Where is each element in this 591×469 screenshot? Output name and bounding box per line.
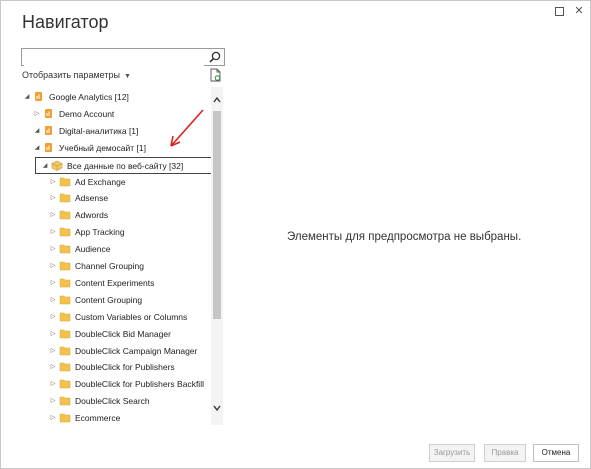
tree-scrollbar[interactable] bbox=[211, 87, 223, 425]
folder-icon bbox=[59, 413, 71, 423]
expand-arrow-icon[interactable]: ▷ bbox=[49, 376, 57, 392]
chevron-down-icon: ▼ bbox=[123, 73, 131, 80]
expand-arrow-icon[interactable]: ▷ bbox=[49, 174, 57, 190]
tree-item-label: DoubleClick for Publishers bbox=[75, 362, 175, 373]
folder-icon bbox=[59, 295, 71, 305]
tree-item[interactable]: ◢ Все данные по веб-сайту [32] bbox=[35, 156, 211, 174]
annotation-arrow bbox=[170, 109, 204, 147]
dialog-title: Навигатор bbox=[22, 12, 109, 32]
expand-arrow-icon[interactable]: ▷ bbox=[49, 258, 57, 274]
expand-arrow-icon[interactable]: ▷ bbox=[49, 343, 57, 359]
analytics-icon bbox=[45, 125, 52, 135]
expand-arrow-icon[interactable]: ▷ bbox=[49, 190, 57, 206]
scroll-down-button[interactable] bbox=[211, 403, 223, 415]
folder-icon bbox=[59, 244, 71, 254]
edit-button[interactable]: Правка bbox=[484, 444, 526, 462]
expand-arrow-icon[interactable]: ▷ bbox=[49, 207, 57, 223]
tree-item-label: Content Experiments bbox=[75, 277, 155, 288]
tree-item-label: DoubleClick Bid Manager bbox=[75, 328, 171, 339]
expand-arrow-icon[interactable]: ▷ bbox=[49, 393, 57, 409]
tree-item-label: Google Analytics [12] bbox=[49, 92, 129, 102]
tree-item-label: Channel Grouping bbox=[75, 261, 144, 271]
maximize-button[interactable] bbox=[552, 4, 566, 18]
tree-item-label: Adwords bbox=[75, 210, 109, 221]
folder-icon bbox=[59, 346, 71, 355]
expand-arrow-icon[interactable]: ▷ bbox=[49, 275, 57, 291]
cancel-button[interactable]: Отмена bbox=[533, 444, 579, 462]
tree-item-label: Учебный демосайт [1] bbox=[59, 142, 146, 153]
collapse-arrow-icon[interactable]: ◢ bbox=[33, 123, 41, 139]
folder-icon bbox=[59, 312, 71, 321]
folder-icon bbox=[59, 380, 71, 389]
tree-item-label: DoubleClick Campaign Manager bbox=[75, 345, 198, 356]
folder-icon bbox=[59, 278, 71, 288]
tree-item-label: Demo Account bbox=[59, 108, 115, 119]
tree-item-label: Adsense bbox=[75, 193, 109, 204]
tree-item-label: Ecommerce bbox=[75, 413, 121, 424]
navigator-dialog: Навигатор ✕ Отобразить параметры ▼ ◢ Googl… bbox=[0, 0, 591, 469]
folder-icon bbox=[59, 177, 71, 186]
tree-item-label: Ad Exchange bbox=[75, 176, 126, 187]
scroll-thumb[interactable] bbox=[213, 111, 221, 319]
expand-arrow-icon[interactable]: ▷ bbox=[49, 326, 57, 342]
expand-arrow-icon[interactable]: ▷ bbox=[49, 292, 57, 308]
expand-arrow-icon[interactable]: ▷ bbox=[49, 309, 57, 325]
expand-arrow-icon[interactable]: ▷ bbox=[33, 106, 41, 122]
collapse-arrow-icon[interactable]: ◢ bbox=[41, 158, 49, 174]
search-input[interactable] bbox=[24, 52, 204, 67]
tree-item-label: Все данные по веб-сайту [32] bbox=[67, 160, 184, 171]
display-options-menu[interactable]: Отобразить параметры ▼ bbox=[22, 70, 131, 80]
refresh-document-icon[interactable] bbox=[209, 68, 222, 82]
folder-icon bbox=[59, 211, 71, 220]
collapse-arrow-icon[interactable]: ◢ bbox=[23, 89, 31, 105]
search-box[interactable] bbox=[21, 48, 225, 67]
tree-item-label: Custom Variables or Columns bbox=[75, 311, 188, 322]
cube-icon bbox=[51, 160, 63, 171]
folder-icon bbox=[59, 363, 71, 372]
chevron-down-icon bbox=[213, 405, 221, 412]
expand-arrow-icon[interactable]: ▷ bbox=[49, 410, 57, 425]
folder-icon bbox=[59, 261, 71, 271]
tree-item-label: DoubleClick Search bbox=[75, 396, 150, 407]
load-button[interactable]: Загрузить bbox=[429, 444, 475, 462]
maximize-icon bbox=[554, 7, 564, 16]
expand-arrow-icon[interactable]: ▷ bbox=[49, 224, 57, 240]
chevron-up-icon bbox=[213, 96, 221, 103]
tree-item-label: App Tracking bbox=[75, 227, 125, 238]
close-button[interactable]: ✕ bbox=[572, 4, 586, 18]
tree-item-label: Content Grouping bbox=[75, 294, 143, 305]
search-icon[interactable] bbox=[208, 50, 222, 64]
folder-icon bbox=[59, 194, 71, 203]
folder-icon bbox=[59, 329, 71, 338]
analytics-icon bbox=[45, 142, 52, 152]
tree-item-label: Digital-аналитика [1] bbox=[59, 125, 139, 136]
tree-item-label: DoubleClick for Publishers Backfill bbox=[75, 379, 204, 390]
tree-item-label: Audience bbox=[75, 244, 111, 255]
expand-arrow-icon[interactable]: ▷ bbox=[49, 359, 57, 375]
folder-icon bbox=[59, 396, 71, 406]
analytics-icon bbox=[35, 92, 42, 101]
scroll-up-button[interactable] bbox=[211, 95, 223, 107]
preview-empty-message: Элементы для предпросмотра не выбраны. bbox=[287, 231, 522, 243]
expand-arrow-icon[interactable]: ▷ bbox=[49, 241, 57, 257]
analytics-icon bbox=[45, 108, 52, 118]
collapse-arrow-icon[interactable]: ◢ bbox=[33, 140, 41, 156]
folder-icon bbox=[59, 227, 71, 237]
display-options-label: Отобразить параметры bbox=[22, 70, 120, 80]
